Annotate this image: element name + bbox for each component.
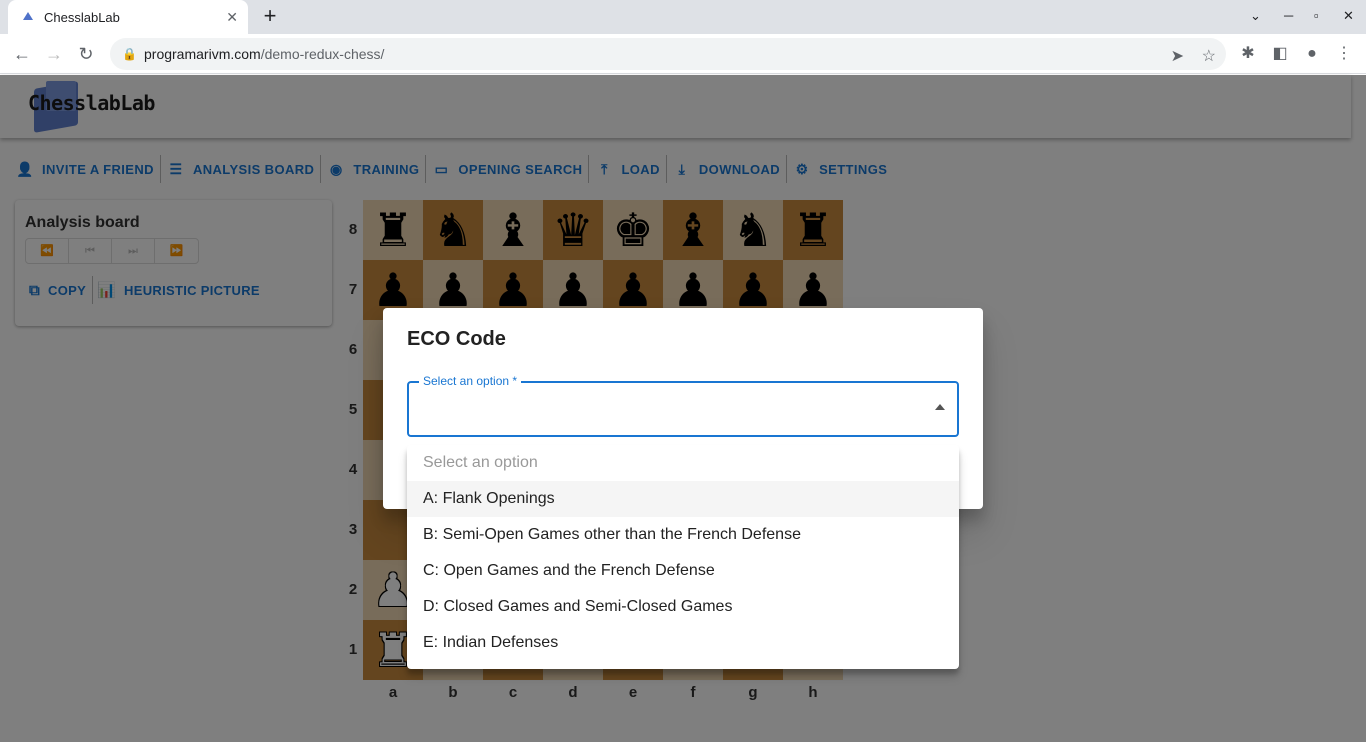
back-icon[interactable]: ← <box>10 42 34 66</box>
close-window-icon[interactable]: ✕ <box>1343 8 1354 24</box>
dialog-title: ECO Code <box>407 328 506 350</box>
tab-title: ChesslabLab <box>44 9 120 25</box>
new-tab-button[interactable]: + <box>258 5 282 29</box>
send-icon[interactable]: ➤ <box>1171 46 1184 66</box>
browser-toolbar: ← → ↻ 🔒 programarivm.com/demo-redux-ches… <box>0 34 1366 74</box>
browser-tab[interactable]: ChesslabLab ✕ <box>8 0 248 34</box>
maximize-icon[interactable]: ▫ <box>1314 8 1319 23</box>
menu-kebab-icon[interactable]: ⋮ <box>1334 44 1354 64</box>
extensions-icon[interactable]: ✱ <box>1238 44 1258 64</box>
eco-options-list: Select an option A: Flank Openings B: Se… <box>407 445 959 669</box>
option-a[interactable]: A: Flank Openings <box>407 481 959 517</box>
lock-icon: 🔒 <box>122 47 137 61</box>
bookmark-star-icon[interactable]: ☆ <box>1202 46 1216 66</box>
url-path: /demo-redux-chess/ <box>260 46 385 62</box>
option-placeholder[interactable]: Select an option <box>407 445 959 481</box>
tab-search-icon[interactable]: ⌄ <box>1250 8 1261 24</box>
address-bar[interactable]: 🔒 programarivm.com/demo-redux-chess/ ➤ ☆ <box>110 38 1226 70</box>
profile-icon[interactable]: ● <box>1302 44 1322 64</box>
url-host: programarivm.com <box>144 46 261 62</box>
browser-tab-bar: ChesslabLab ✕ + ⌄ ─ ▫ ✕ <box>0 0 1366 34</box>
option-d[interactable]: D: Closed Games and Semi-Closed Games <box>407 589 959 625</box>
forward-icon[interactable]: → <box>42 42 66 66</box>
option-e[interactable]: E: Indian Defenses <box>407 625 959 661</box>
close-tab-icon[interactable]: ✕ <box>226 9 238 26</box>
option-b[interactable]: B: Semi-Open Games other than the French… <box>407 517 959 553</box>
reload-icon[interactable]: ↻ <box>74 42 98 66</box>
chesslab-favicon-icon <box>20 9 36 25</box>
select-label: Select an option * <box>419 374 522 388</box>
option-c[interactable]: C: Open Games and the French Defense <box>407 553 959 589</box>
eco-select[interactable]: Select an option * <box>407 374 959 437</box>
side-panel-icon[interactable]: ◧ <box>1270 44 1290 64</box>
minimize-icon[interactable]: ─ <box>1284 8 1293 23</box>
arrow-up-icon <box>935 404 945 410</box>
